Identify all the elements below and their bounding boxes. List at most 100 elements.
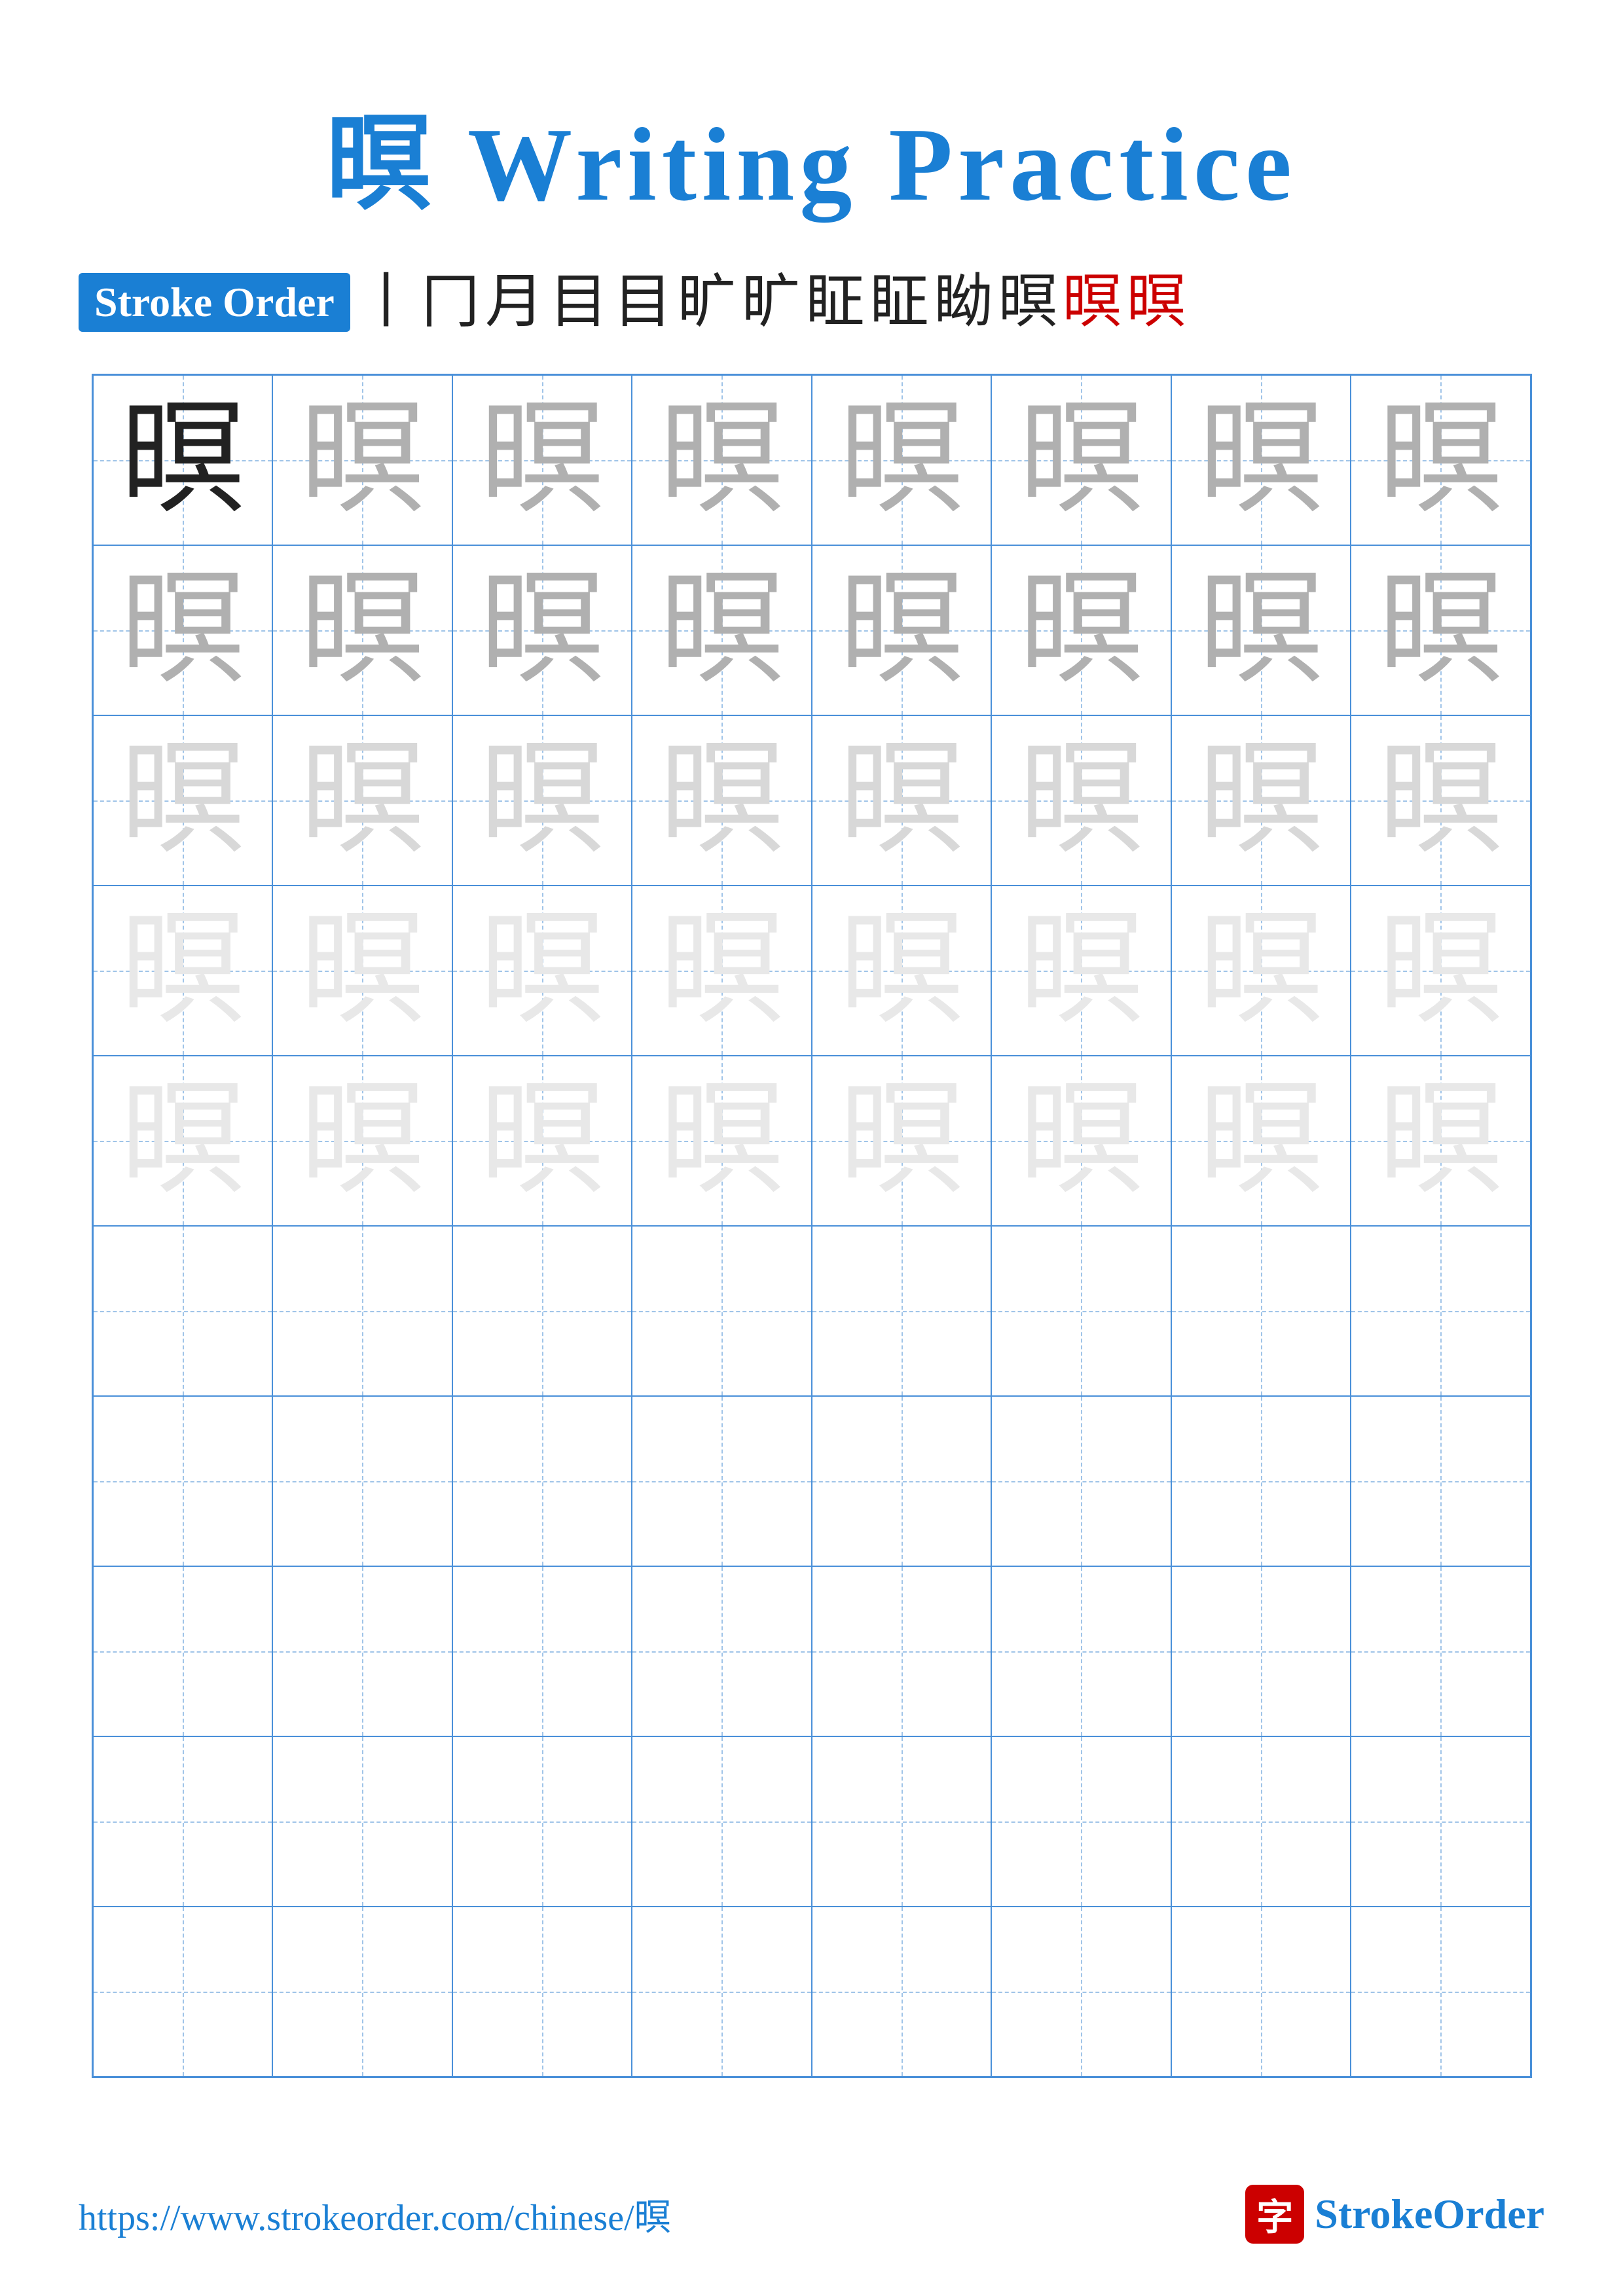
grid-cell-r8c5[interactable]	[812, 1566, 992, 1736]
grid-cell-r7c2[interactable]	[272, 1396, 452, 1566]
grid-cell-r8c1[interactable]	[93, 1566, 273, 1736]
grid-cell-r1c2: 暝	[272, 375, 452, 545]
grid-cell-r9c3[interactable]	[452, 1736, 632, 1907]
stroke-step-2: 冂	[421, 270, 480, 334]
grid-cell-r4c8: 暝	[1351, 886, 1531, 1056]
brand-icon: 字	[1245, 2185, 1304, 2244]
grid-cell-r3c5: 暝	[812, 715, 992, 886]
grid-cell-r5c8: 暝	[1351, 1056, 1531, 1226]
grid-cell-r2c3: 暝	[452, 545, 632, 715]
stroke-step-4: 目	[549, 270, 608, 334]
footer-brand: 字 StrokeOrder	[1245, 2185, 1544, 2244]
grid-cell-r4c1: 暝	[93, 886, 273, 1056]
grid-cell-r9c5[interactable]	[812, 1736, 992, 1907]
grid-cell-r7c8[interactable]	[1351, 1396, 1531, 1566]
grid-cell-r9c4[interactable]	[632, 1736, 812, 1907]
grid-cell-r1c5: 暝	[812, 375, 992, 545]
practice-grid: 暝 暝 暝 暝 暝 暝 暝 暝 暝 暝 暝 暝 暝 暝 暝 暝 暝 暝 暝 暝 …	[92, 374, 1532, 2078]
grid-cell-r8c6[interactable]	[991, 1566, 1171, 1736]
grid-cell-r10c2[interactable]	[272, 1907, 452, 2077]
grid-cell-r4c4: 暝	[632, 886, 812, 1056]
grid-cell-r4c3: 暝	[452, 886, 632, 1056]
stroke-step-7: 旷	[742, 270, 801, 334]
grid-cell-r2c2: 暝	[272, 545, 452, 715]
page-title: 暝 Writing Practice	[326, 79, 1297, 230]
grid-cell-r3c7: 暝	[1171, 715, 1351, 886]
grid-cell-r8c2[interactable]	[272, 1566, 452, 1736]
stroke-order-label: Stroke Order	[79, 273, 350, 332]
grid-cell-r8c3[interactable]	[452, 1566, 632, 1736]
grid-cell-r7c1[interactable]	[93, 1396, 273, 1566]
grid-cell-r9c6[interactable]	[991, 1736, 1171, 1907]
grid-cell-r8c4[interactable]	[632, 1566, 812, 1736]
grid-cell-r3c8: 暝	[1351, 715, 1531, 886]
stroke-step-12: 暝	[1063, 270, 1122, 334]
grid-cell-r2c7: 暝	[1171, 545, 1351, 715]
grid-cell-r6c2[interactable]	[272, 1226, 452, 1396]
grid-cell-r3c4: 暝	[632, 715, 812, 886]
grid-cell-r1c3: 暝	[452, 375, 632, 545]
grid-cell-r3c3: 暝	[452, 715, 632, 886]
grid-cell-r5c6: 暝	[991, 1056, 1171, 1226]
grid-cell-r7c7[interactable]	[1171, 1396, 1351, 1566]
grid-cell-r5c2: 暝	[272, 1056, 452, 1226]
grid-cell-r5c5: 暝	[812, 1056, 992, 1226]
brand-name: StrokeOrder	[1315, 2190, 1544, 2238]
grid-cell-r8c7[interactable]	[1171, 1566, 1351, 1736]
grid-cell-r10c4[interactable]	[632, 1907, 812, 2077]
grid-cell-r2c1: 暝	[93, 545, 273, 715]
grid-cell-r6c4[interactable]	[632, 1226, 812, 1396]
stroke-sequence: 丨 冂 月 目 目 旷 旷 眐 眐 眑 暝 暝 暝	[357, 270, 1186, 334]
stroke-step-13: 暝	[1127, 270, 1186, 334]
grid-cell-r5c7: 暝	[1171, 1056, 1351, 1226]
grid-cell-r9c1[interactable]	[93, 1736, 273, 1907]
footer-url: https://www.strokeorder.com/chinese/暝	[79, 2188, 671, 2241]
grid-cell-r2c6: 暝	[991, 545, 1171, 715]
grid-cell-r7c5[interactable]	[812, 1396, 992, 1566]
grid-cell-r1c8: 暝	[1351, 375, 1531, 545]
grid-cell-r7c6[interactable]	[991, 1396, 1171, 1566]
grid-cell-r9c7[interactable]	[1171, 1736, 1351, 1907]
page: 暝 Writing Practice Stroke Order 丨 冂 月 目 …	[0, 0, 1623, 2296]
grid-cell-r10c1[interactable]	[93, 1907, 273, 2077]
grid-cell-r4c5: 暝	[812, 886, 992, 1056]
grid-cell-r4c7: 暝	[1171, 886, 1351, 1056]
grid-cell-r2c5: 暝	[812, 545, 992, 715]
grid-cell-r10c8[interactable]	[1351, 1907, 1531, 2077]
grid-cell-r5c3: 暝	[452, 1056, 632, 1226]
grid-cell-r2c4: 暝	[632, 545, 812, 715]
grid-cell-r9c2[interactable]	[272, 1736, 452, 1907]
grid-cell-r6c7[interactable]	[1171, 1226, 1351, 1396]
stroke-step-11: 暝	[998, 270, 1057, 334]
stroke-step-8: 眐	[806, 270, 865, 334]
footer: https://www.strokeorder.com/chinese/暝 字 …	[79, 2185, 1544, 2244]
grid-cell-r1c7: 暝	[1171, 375, 1351, 545]
stroke-order-section: Stroke Order 丨 冂 月 目 目 旷 旷 眐 眐 眑 暝 暝 暝	[79, 270, 1544, 334]
grid-cell-r6c6[interactable]	[991, 1226, 1171, 1396]
grid-cell-r6c8[interactable]	[1351, 1226, 1531, 1396]
grid-cell-r1c6: 暝	[991, 375, 1171, 545]
stroke-step-1: 丨	[357, 270, 416, 334]
grid-cell-r6c1[interactable]	[93, 1226, 273, 1396]
grid-cell-r1c4: 暝	[632, 375, 812, 545]
stroke-step-6: 旷	[678, 270, 737, 334]
grid-cell-r7c4[interactable]	[632, 1396, 812, 1566]
stroke-step-3: 月	[485, 270, 544, 334]
grid-cell-r6c3[interactable]	[452, 1226, 632, 1396]
grid-cell-r3c6: 暝	[991, 715, 1171, 886]
grid-cell-r10c3[interactable]	[452, 1907, 632, 2077]
grid-cell-r3c1: 暝	[93, 715, 273, 886]
stroke-step-5: 目	[613, 270, 672, 334]
grid-cell-r10c5[interactable]	[812, 1907, 992, 2077]
grid-cell-r10c7[interactable]	[1171, 1907, 1351, 2077]
grid-cell-r5c1: 暝	[93, 1056, 273, 1226]
grid-cell-r4c2: 暝	[272, 886, 452, 1056]
grid-cell-r4c6: 暝	[991, 886, 1171, 1056]
grid-cell-r1c1: 暝	[93, 375, 273, 545]
grid-cell-r7c3[interactable]	[452, 1396, 632, 1566]
grid-cell-r6c5[interactable]	[812, 1226, 992, 1396]
grid-cell-r5c4: 暝	[632, 1056, 812, 1226]
grid-cell-r8c8[interactable]	[1351, 1566, 1531, 1736]
grid-cell-r10c6[interactable]	[991, 1907, 1171, 2077]
grid-cell-r9c8[interactable]	[1351, 1736, 1531, 1907]
